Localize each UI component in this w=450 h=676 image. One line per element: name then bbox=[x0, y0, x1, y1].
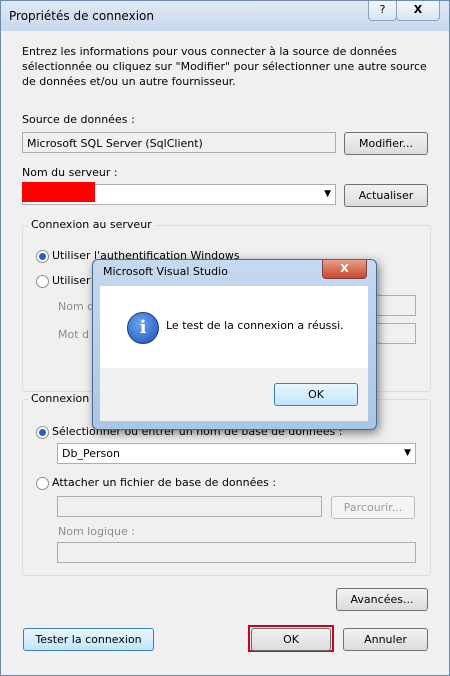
sql-auth-label: Utiliser bbox=[52, 274, 91, 287]
dialog-close-button[interactable]: X bbox=[322, 260, 367, 279]
logical-name-field[interactable] bbox=[57, 542, 416, 563]
test-connection-button[interactable]: Tester la connexion bbox=[23, 628, 154, 651]
dialog-footer: OK bbox=[100, 368, 368, 421]
database-connection-legend: Connexion bbox=[28, 392, 93, 405]
sql-auth-radio[interactable] bbox=[36, 275, 49, 288]
dialog-ok-button[interactable]: OK bbox=[274, 383, 358, 406]
windows-auth-radio[interactable] bbox=[36, 250, 49, 263]
username-label: Nom d bbox=[58, 300, 95, 313]
server-label: Nom du serveur : bbox=[22, 166, 118, 179]
attach-file-field[interactable] bbox=[57, 496, 322, 517]
message-dialog: Microsoft Visual Studio X i Le test de l… bbox=[92, 259, 377, 430]
title-bar: Propriétés de connexion ? X bbox=[1, 1, 449, 31]
info-icon: i bbox=[127, 312, 159, 344]
refresh-button[interactable]: Actualiser bbox=[344, 184, 428, 207]
close-button[interactable]: X bbox=[396, 1, 440, 21]
select-database-radio[interactable] bbox=[36, 426, 49, 439]
dialog-message: Le test de la connexion a réussi. bbox=[166, 319, 344, 332]
password-label: Mot d bbox=[58, 328, 90, 341]
help-button[interactable]: ? bbox=[368, 1, 397, 21]
advanced-button[interactable]: Avancées... bbox=[336, 588, 428, 611]
ok-button[interactable]: OK bbox=[251, 628, 331, 651]
attach-database-radio[interactable] bbox=[36, 477, 49, 490]
modify-button[interactable]: Modifier... bbox=[344, 132, 428, 155]
dialog-title: Microsoft Visual Studio bbox=[103, 265, 228, 278]
database-name-combo[interactable]: Db_Person ▼ bbox=[57, 443, 416, 464]
dialog-body: i Le test de la connexion a réussi. bbox=[100, 286, 368, 368]
chevron-down-icon[interactable]: ▼ bbox=[404, 444, 411, 463]
cancel-button[interactable]: Annuler bbox=[343, 628, 428, 651]
window-title: Propriétés de connexion bbox=[9, 9, 154, 23]
database-name-value: Db_Person bbox=[62, 447, 120, 460]
datasource-field: Microsoft SQL Server (SqlClient) bbox=[22, 132, 336, 153]
datasource-label: Source de données : bbox=[22, 113, 135, 126]
logical-name-label: Nom logique : bbox=[58, 525, 135, 538]
attach-database-label: Attacher un fichier de base de données : bbox=[52, 476, 277, 489]
chevron-down-icon[interactable]: ▼ bbox=[324, 185, 331, 204]
instructions-text: Entrez les informations pour vous connec… bbox=[22, 45, 427, 88]
redacted-server-name bbox=[22, 182, 95, 202]
browse-button[interactable]: Parcourir... bbox=[331, 496, 415, 519]
server-connection-legend: Connexion au serveur bbox=[28, 218, 155, 231]
